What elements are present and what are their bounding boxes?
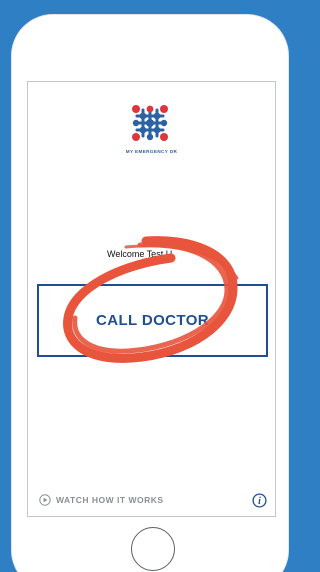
brand-name: MY EMERGENCY DR — [125, 149, 178, 154]
home-button[interactable] — [131, 527, 175, 571]
svg-text:i: i — [258, 496, 261, 507]
play-circle-icon — [39, 494, 51, 506]
watch-how-it-works-label: WATCH HOW IT WORKS — [56, 495, 164, 505]
page-background: MY EMERGENCY DR Welcome Test U CALL DOCT… — [0, 0, 289, 572]
info-icon[interactable]: i — [252, 493, 267, 508]
logo-icon — [132, 105, 168, 141]
watch-how-it-works-link[interactable]: WATCH HOW IT WORKS — [39, 494, 164, 506]
call-doctor-label: CALL DOCTOR — [95, 312, 209, 329]
welcome-text: Welcome Test U — [107, 249, 173, 259]
app-screen: MY EMERGENCY DR Welcome Test U CALL DOCT… — [27, 81, 276, 517]
call-doctor-button[interactable]: CALL DOCTOR — [37, 284, 268, 357]
